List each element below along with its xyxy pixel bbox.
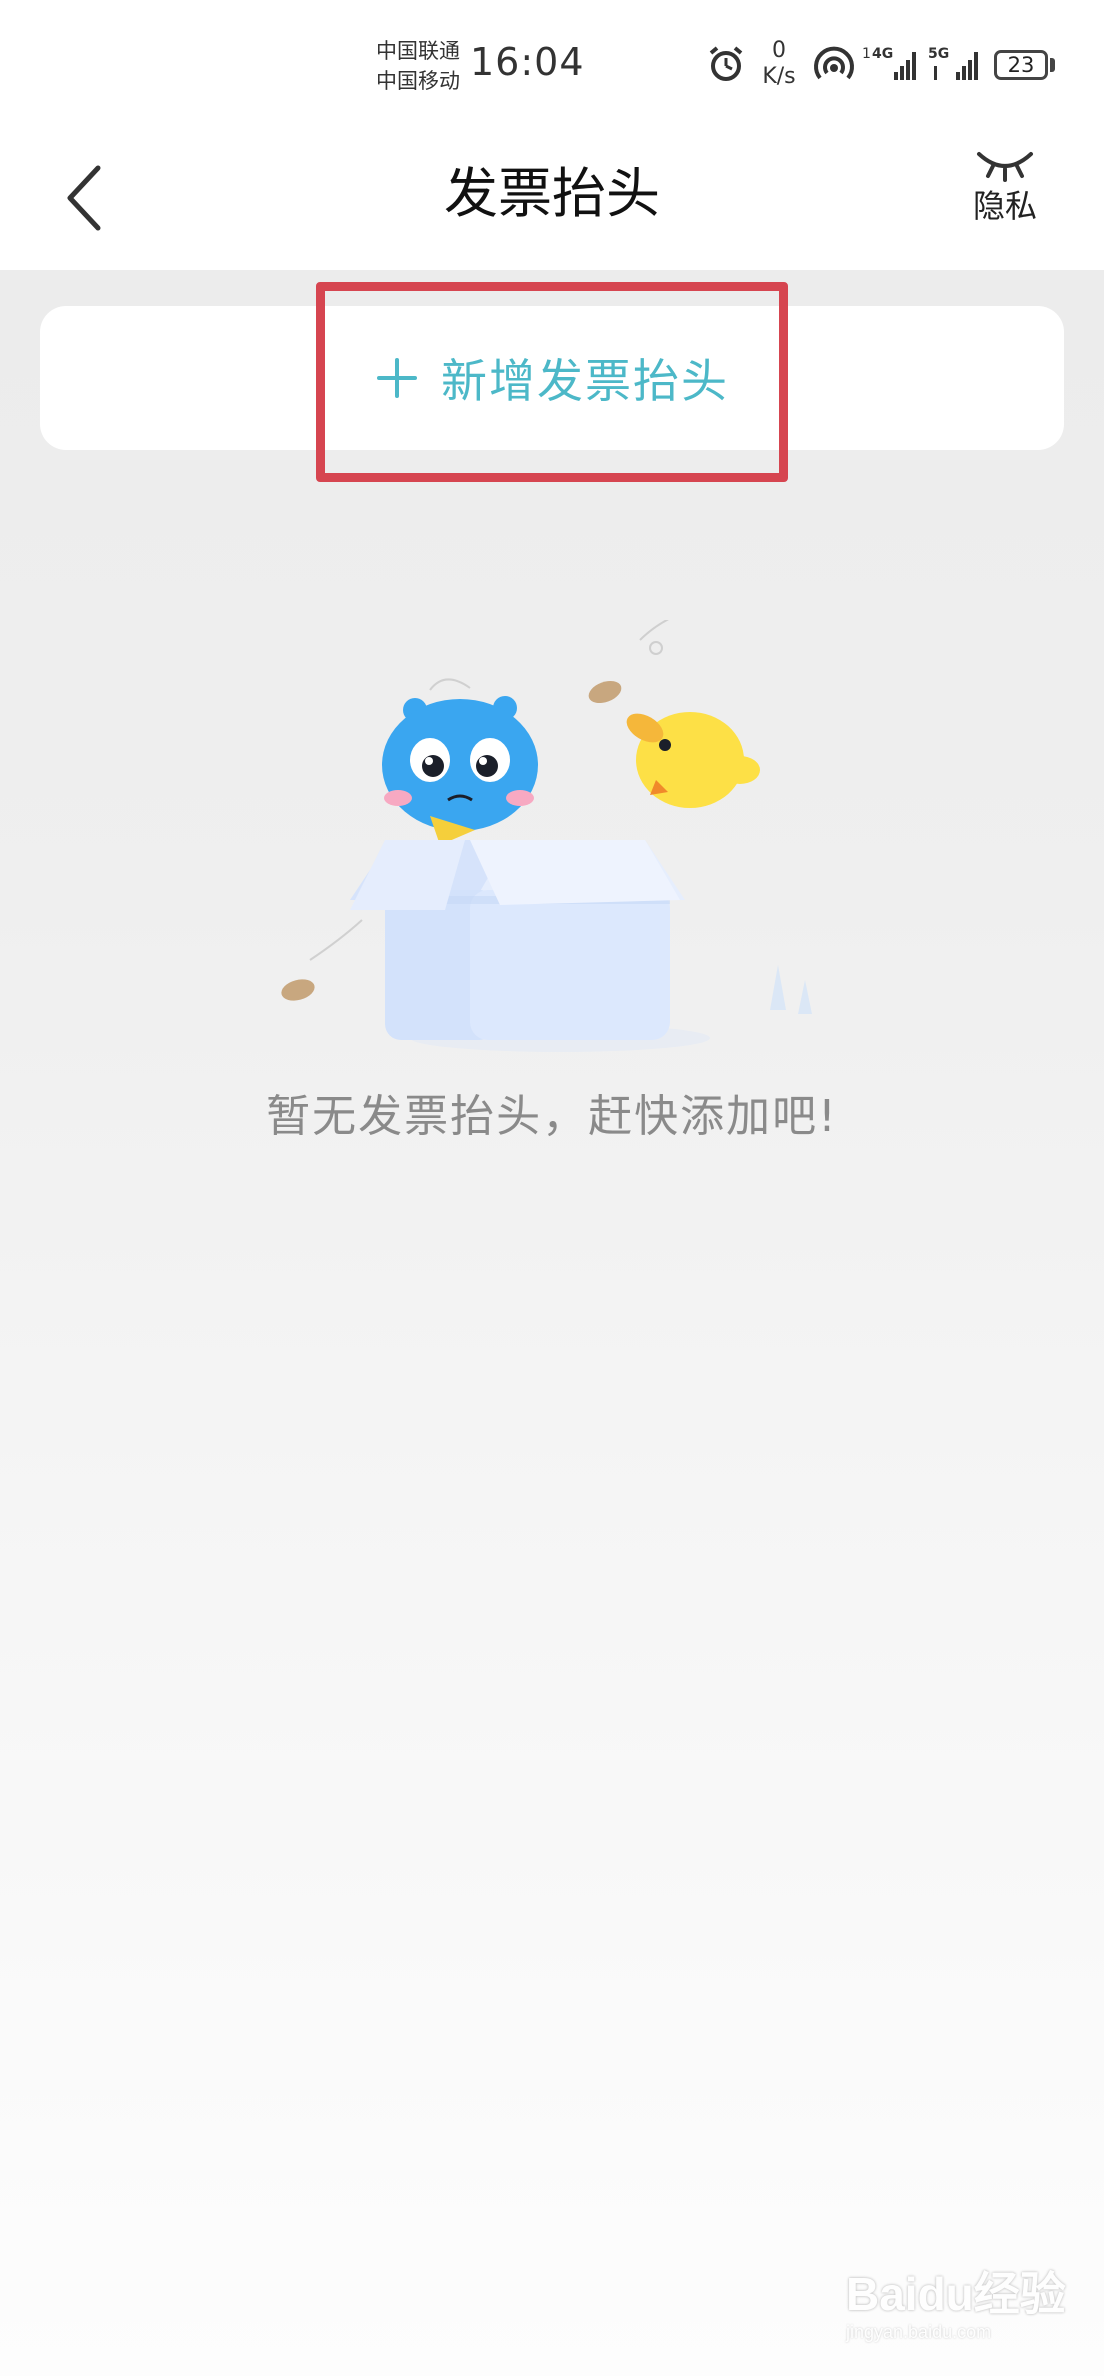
battery-level: 23: [1007, 53, 1035, 77]
top-nav-bar: 发票抬头 隐私: [0, 130, 1104, 270]
empty-box-illustration: [281, 620, 812, 1052]
signal-5g-icon: 5G: [928, 46, 978, 80]
net-speed-value: 0: [772, 38, 786, 63]
highlight-annotation-box: [316, 282, 788, 482]
privacy-label: 隐私: [972, 187, 1037, 225]
carrier-1: 中国联通: [376, 39, 460, 63]
battery-tip: [1050, 58, 1055, 72]
carrier-2: 中国移动: [376, 69, 460, 93]
signal-1-type: 4G: [872, 46, 893, 62]
watermark-logo: Baidu经验: [846, 2268, 1066, 2320]
closed-eye-icon: [977, 152, 1033, 182]
page-title: 发票抬头: [444, 162, 660, 225]
baidu-watermark: Baidu经验 jingyan.baidu.com: [846, 2230, 1066, 2350]
empty-state-message: 暂无发票抬头，赶快添加吧!: [266, 1091, 838, 1142]
watermark-url: jingyan.baidu.com: [846, 2322, 992, 2342]
signal-1-label: 1: [862, 46, 871, 62]
signal-4g-icon: 1 4G: [862, 46, 916, 80]
net-speed-unit: K/s: [762, 64, 796, 89]
privacy-button[interactable]: 隐私: [960, 144, 1050, 226]
battery-indicator: 23: [994, 50, 1048, 80]
hotspot-icon: [814, 46, 854, 80]
carrier-names: 中国联通 中国移动: [376, 36, 460, 96]
net-speed: 0 K/s: [758, 38, 800, 90]
status-bar: 中国联通 中国移动 16:04 0 K/s 1 4G 5G 23: [0, 0, 1104, 130]
alarm-icon: [709, 46, 743, 81]
signal-2-type: 5G: [928, 46, 949, 62]
clock: 16:04: [470, 40, 585, 84]
